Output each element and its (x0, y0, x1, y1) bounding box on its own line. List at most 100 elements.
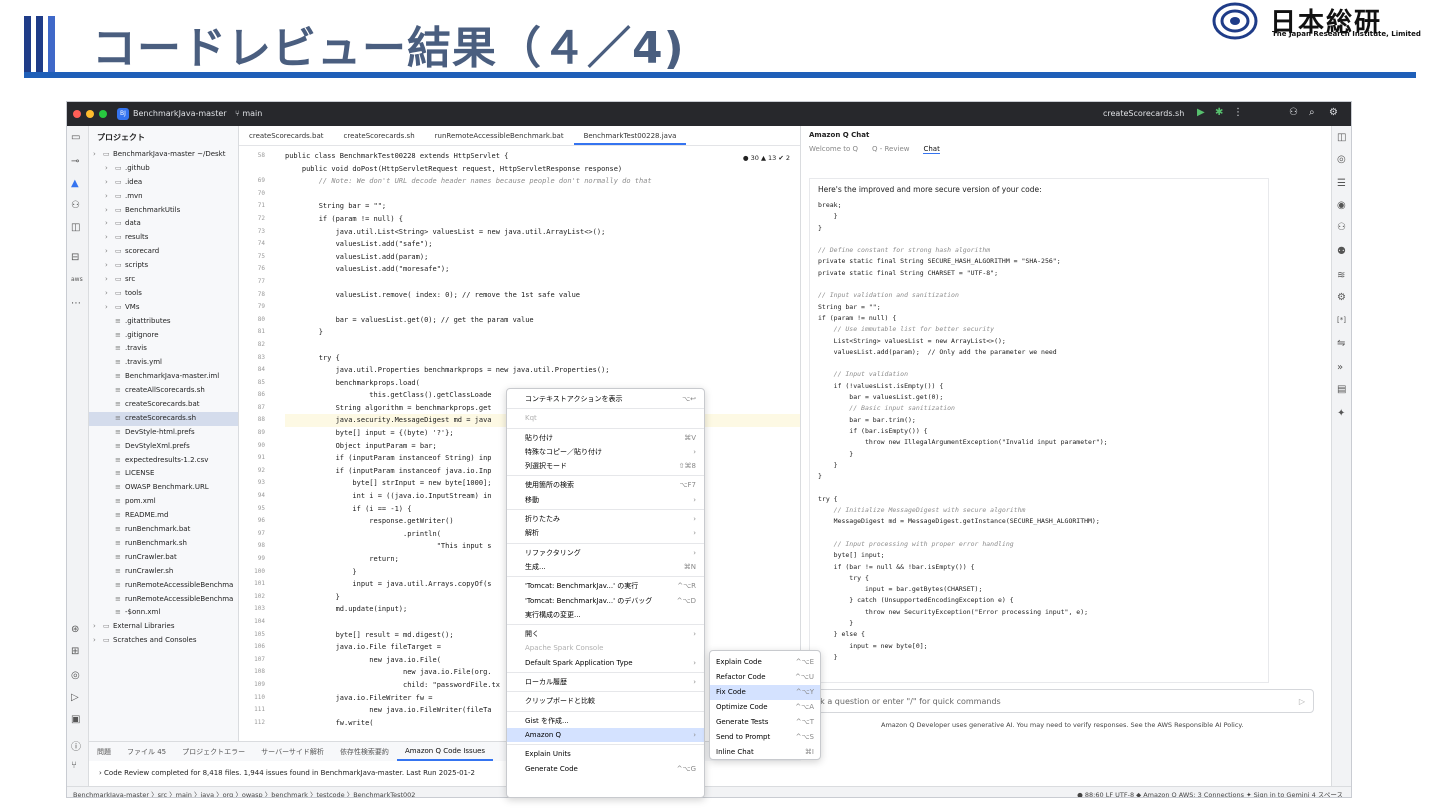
zoom-window-button[interactable] (99, 110, 107, 118)
tree-item[interactable]: ≡ .travis (89, 342, 238, 356)
chevron-right-icon[interactable]: › (105, 204, 115, 218)
tree-item[interactable]: ≡ runBenchmark.bat (89, 523, 238, 537)
copilot-icon[interactable]: ⚇ (1337, 222, 1346, 233)
bookmarks-tool-icon[interactable]: ⊟ (71, 252, 79, 263)
tree-item[interactable]: ≡ DevStyle-html.prefs (89, 426, 238, 440)
tree-item[interactable]: › ▭ BenchmarkJava-master ~/Deskt (89, 148, 238, 162)
chevron-right-icon[interactable]: › (105, 245, 115, 259)
add-user-icon[interactable]: ⚇ (1289, 107, 1298, 118)
debug-icon[interactable]: ✱ (1215, 107, 1223, 118)
bottom-tab[interactable]: プロジェクトエラー (174, 742, 253, 761)
tree-item[interactable]: ≡ runRemoteAccessibleBenchma (89, 579, 238, 593)
tree-item[interactable]: › ▭ External Libraries (89, 620, 238, 634)
minimize-window-button[interactable] (86, 110, 94, 118)
branch-selector[interactable]: ⑂ main (235, 109, 262, 118)
project-selector[interactable]: BenchmarkJava-master (133, 109, 227, 118)
git-tool-icon[interactable]: ⑂ (71, 760, 77, 771)
plugin-icon[interactable]: ⚙ (1337, 292, 1346, 303)
context-menu-item[interactable]: コンテキストアクションを表示 ⌥↩ (507, 392, 704, 406)
context-menu-item[interactable]: 使用箇所の検索 ⌥F7 (507, 478, 704, 492)
tree-item[interactable]: ≡ OWASP Benchmark.URL (89, 481, 238, 495)
structure-icon[interactable]: ☰ (1337, 178, 1346, 189)
tree-item[interactable]: ≡ DevStyleXml.prefs (89, 440, 238, 454)
gradle-icon[interactable]: ◎ (1337, 154, 1346, 165)
chevron-right-icon[interactable]: › (105, 162, 115, 176)
submenu-item[interactable]: Optimize Code ^⌥A (710, 700, 820, 715)
sparkle-icon[interactable]: ✦ (1337, 408, 1345, 419)
layers-icon[interactable]: ≋ (1337, 270, 1345, 281)
tree-item[interactable]: › ▭ .github (89, 162, 238, 176)
tree-item[interactable]: › ▭ tools (89, 287, 238, 301)
breadcrumb-path[interactable]: BenchmarkJava-master 〉src 〉main 〉java 〉o… (73, 789, 415, 797)
database-icon[interactable]: ▤ (1337, 384, 1346, 395)
tree-item[interactable]: ≡ createScorecards.sh (89, 411, 238, 426)
context-menu-item[interactable]: 折りたたみ › (507, 512, 704, 526)
chevron-right-icon[interactable]: › (105, 259, 115, 273)
terminal-tool-icon[interactable]: ▣ (71, 714, 80, 725)
tree-item[interactable]: ≡ LICENSE (89, 467, 238, 481)
status-widgets[interactable]: ● 88:60 LF UTF-8 ◆ Amazon Q AWS: 3 Conne… (1077, 789, 1343, 797)
plugins-tool-icon[interactable]: ⊛ (71, 624, 79, 635)
chevron-right-icon[interactable]: › (105, 301, 115, 315)
submenu-item[interactable]: Fix Code ^⌥Y (710, 685, 820, 700)
editor-tab[interactable]: createScorecards.bat (239, 126, 334, 145)
tree-item[interactable]: ≡ .gitignore (89, 329, 238, 343)
chevron-right-icon[interactable]: › (93, 620, 103, 634)
commit-tool-icon[interactable]: ⊸ (71, 156, 79, 167)
ai-assistant-icon[interactable]: ⚉ (1337, 246, 1346, 257)
context-menu-item[interactable]: 開く › (507, 627, 704, 641)
tree-item[interactable]: › ▭ scripts (89, 259, 238, 273)
q-tab[interactable]: Welcome to Q (809, 145, 858, 154)
editor-tab[interactable]: runRemoteAccessibleBenchmark.bat (425, 126, 574, 145)
tree-item[interactable]: › ▭ results (89, 231, 238, 245)
problems-tool-icon[interactable]: ⓘ (71, 738, 81, 753)
tree-item[interactable]: ≡ runCrawler.bat (89, 551, 238, 565)
bottom-tab[interactable]: 問題 (89, 742, 119, 761)
regex-icon[interactable]: [*] (1337, 316, 1346, 324)
context-menu-item[interactable]: 列選択モード ⇧⌘8 (507, 459, 704, 473)
database-tool-icon[interactable]: ◫ (71, 222, 80, 233)
context-menu-item[interactable]: クリップボードと比較 (507, 694, 704, 708)
context-menu-item[interactable]: 'Tomcat: BenchmarkJav...' の実行 ^⌥R (507, 579, 704, 593)
tree-item[interactable]: › ▭ data (89, 217, 238, 231)
tree-item[interactable]: ≡ .gitattributes (89, 315, 238, 329)
more-tools-icon[interactable]: ⋯ (71, 298, 81, 309)
tree-item[interactable]: ≡ BenchmarkJava-master.iml (89, 370, 238, 384)
aws-explorer-icon[interactable]: aws (71, 276, 83, 283)
context-menu-item[interactable]: Gist を作成... (507, 714, 704, 728)
q-prompt-input[interactable]: sk a question or enter "/" for quick com… (809, 689, 1314, 713)
context-menu-item[interactable]: リファクタリング › (507, 546, 704, 560)
tree-item[interactable]: ≡ createAllScorecards.sh (89, 384, 238, 398)
endpoints-icon[interactable]: ⇋ (1337, 338, 1345, 349)
chevron-right-icon[interactable]: › (105, 217, 115, 231)
tree-item[interactable]: ≡ expectedresults-1.2.csv (89, 454, 238, 468)
tree-item[interactable]: ≡ runRemoteAccessibleBenchma (89, 593, 238, 607)
run-icon[interactable]: ▶ (1197, 107, 1205, 118)
run-tool-icon[interactable]: ◎ (71, 670, 80, 681)
more-actions-icon[interactable]: ⋮ (1233, 107, 1243, 118)
services-tool-icon[interactable]: ⊞ (71, 646, 79, 657)
editor-tab[interactable]: BenchmarkTest00228.java (573, 126, 687, 145)
chevron-right-icon[interactable]: › (105, 287, 115, 301)
tree-item[interactable]: › ▭ Scratches and Consoles (89, 634, 238, 648)
context-menu-item[interactable]: Generate Code ^⌥G (507, 762, 704, 776)
context-menu-item[interactable]: Explain Units (507, 747, 704, 761)
search-icon[interactable]: ⌕ (1309, 107, 1315, 118)
send-icon[interactable]: ▷ (1299, 697, 1305, 706)
tree-item[interactable]: › ▭ VMs (89, 301, 238, 315)
context-menu-item[interactable]: 解析 › (507, 526, 704, 540)
structure-tool-icon[interactable]: ⚇ (71, 200, 80, 211)
run-config-selector[interactable]: createScorecards.sh (1103, 109, 1184, 118)
bottom-tab[interactable]: 依存性検索要約 (332, 742, 397, 761)
editor-tab[interactable]: createScorecards.sh (334, 126, 425, 145)
q-tab[interactable]: Q - Review (872, 145, 909, 154)
context-menu-item[interactable]: 貼り付け ⌘V (507, 431, 704, 445)
settings-gear-icon[interactable]: ⚙ (1329, 107, 1338, 118)
chevron-right-icon[interactable]: › (105, 176, 115, 190)
tree-item[interactable]: ≡ README.md (89, 509, 238, 523)
tree-item[interactable]: ≡ runBenchmark.sh (89, 537, 238, 551)
submenu-item[interactable]: Refactor Code ^⌥U (710, 670, 820, 685)
q-tab[interactable]: Chat (923, 145, 940, 154)
context-menu-item[interactable]: 実行構成の変更... (507, 608, 704, 622)
context-menu-item[interactable]: Default Spark Application Type › (507, 656, 704, 670)
